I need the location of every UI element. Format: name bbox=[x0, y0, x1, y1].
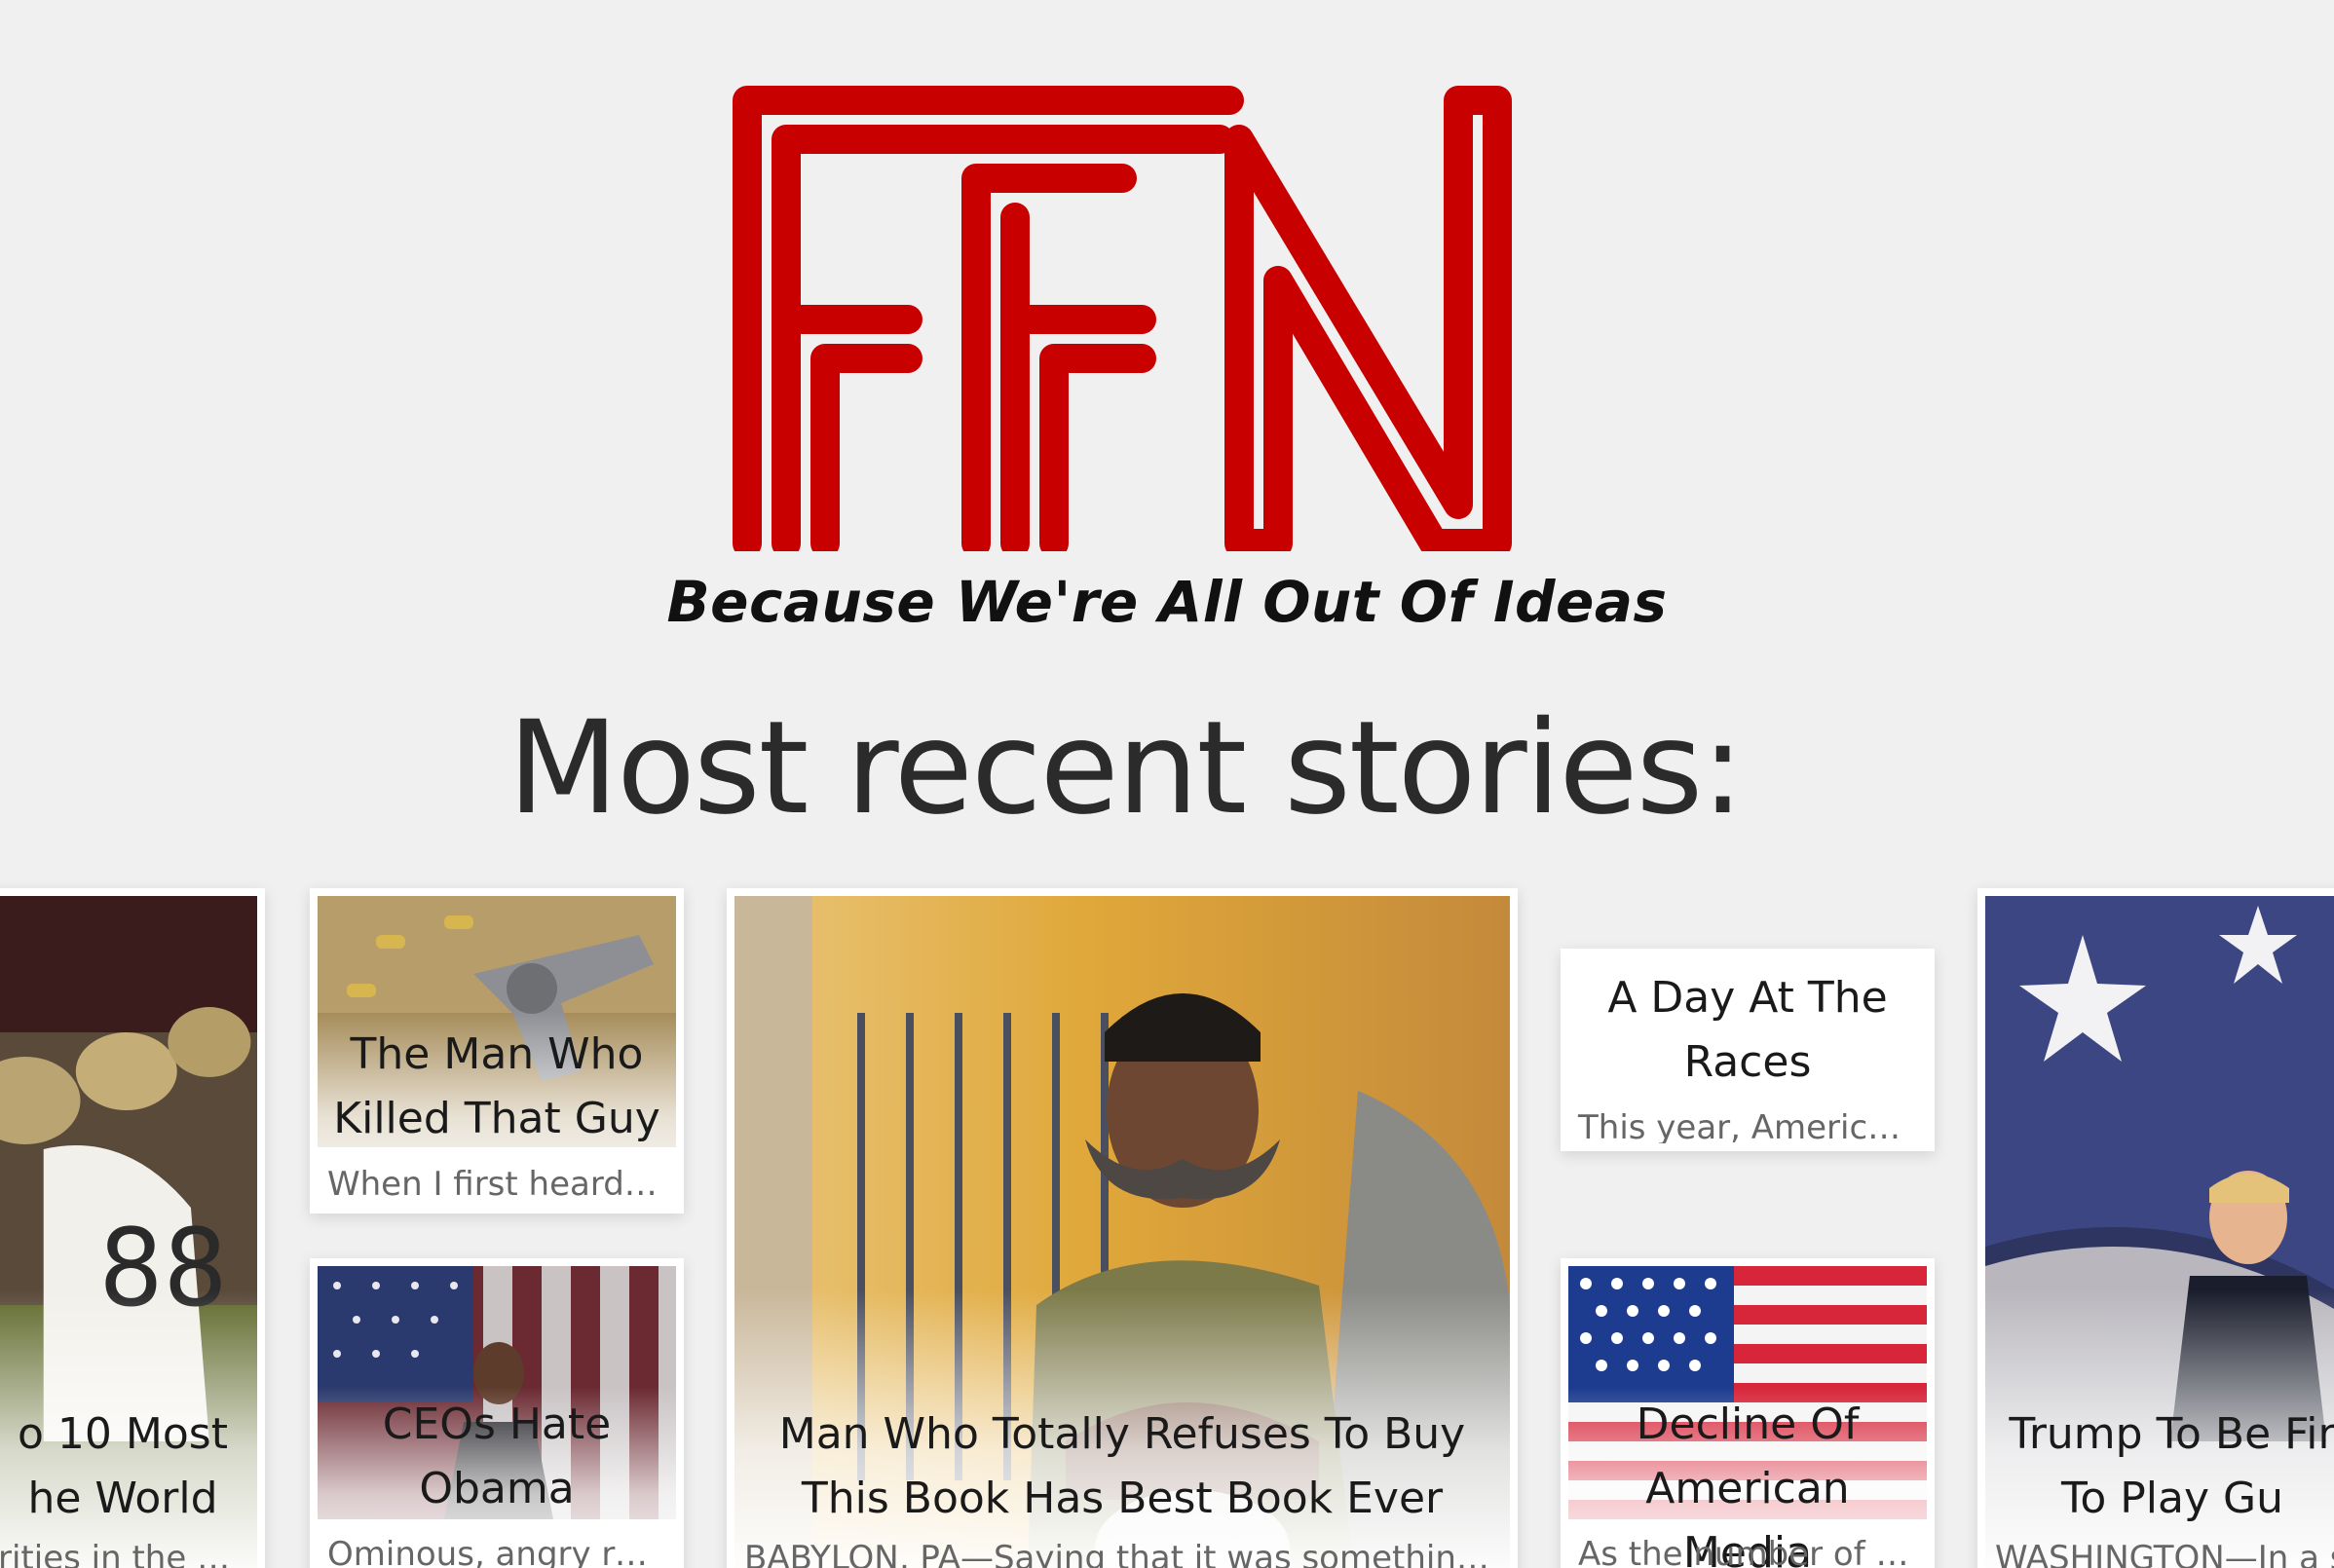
story-card-revolver[interactable]: The Man Who Killed That Guy When I first … bbox=[310, 888, 684, 1213]
tagline: Because We're All Out Of Ideas bbox=[666, 569, 1668, 635]
story-excerpt: rities in the w... bbox=[0, 1539, 247, 1568]
story-card-football[interactable]: 88 o 10 Most he World rities in the w... bbox=[0, 888, 265, 1568]
story-card-media[interactable]: Decline Of American Media As the number o… bbox=[1561, 1258, 1935, 1568]
story-card-trump[interactable]: Trump To Be Fir To Play Gu WASHINGTON—In … bbox=[1977, 888, 2334, 1568]
section-heading: Most recent stories: bbox=[508, 693, 1745, 843]
story-title: CEOs Hate Obama bbox=[382, 1400, 612, 1513]
story-excerpt: BABYLON, PA—Saying that it was something… bbox=[744, 1539, 1500, 1568]
story-title: Trump To Be Fir To Play Gu bbox=[2009, 1409, 2334, 1523]
story-excerpt: WASHINGTON—In a s bbox=[1995, 1539, 2334, 1568]
story-excerpt: As the number of o... bbox=[1578, 1535, 1917, 1568]
story-excerpt: When I first heard t... bbox=[327, 1165, 666, 1204]
ffn-logo[interactable] bbox=[733, 86, 1512, 551]
story-card-obama[interactable]: CEOs Hate Obama Ominous, angry rh... bbox=[310, 1258, 684, 1568]
story-title: The Man Who Killed That Guy bbox=[333, 1029, 660, 1143]
story-card-races[interactable]: A Day At The Races This year, America'... bbox=[1561, 949, 1935, 1151]
story-title: A Day At The Races bbox=[1607, 973, 1888, 1087]
story-excerpt: Ominous, angry rh... bbox=[327, 1535, 666, 1568]
story-card-featured[interactable]: Man Who Totally Refuses To Buy This Book … bbox=[727, 888, 1518, 1568]
story-excerpt: This year, America'... bbox=[1578, 1108, 1927, 1147]
story-title: o 10 Most he World bbox=[18, 1409, 228, 1523]
story-title: Man Who Totally Refuses To Buy This Book … bbox=[778, 1409, 1466, 1523]
